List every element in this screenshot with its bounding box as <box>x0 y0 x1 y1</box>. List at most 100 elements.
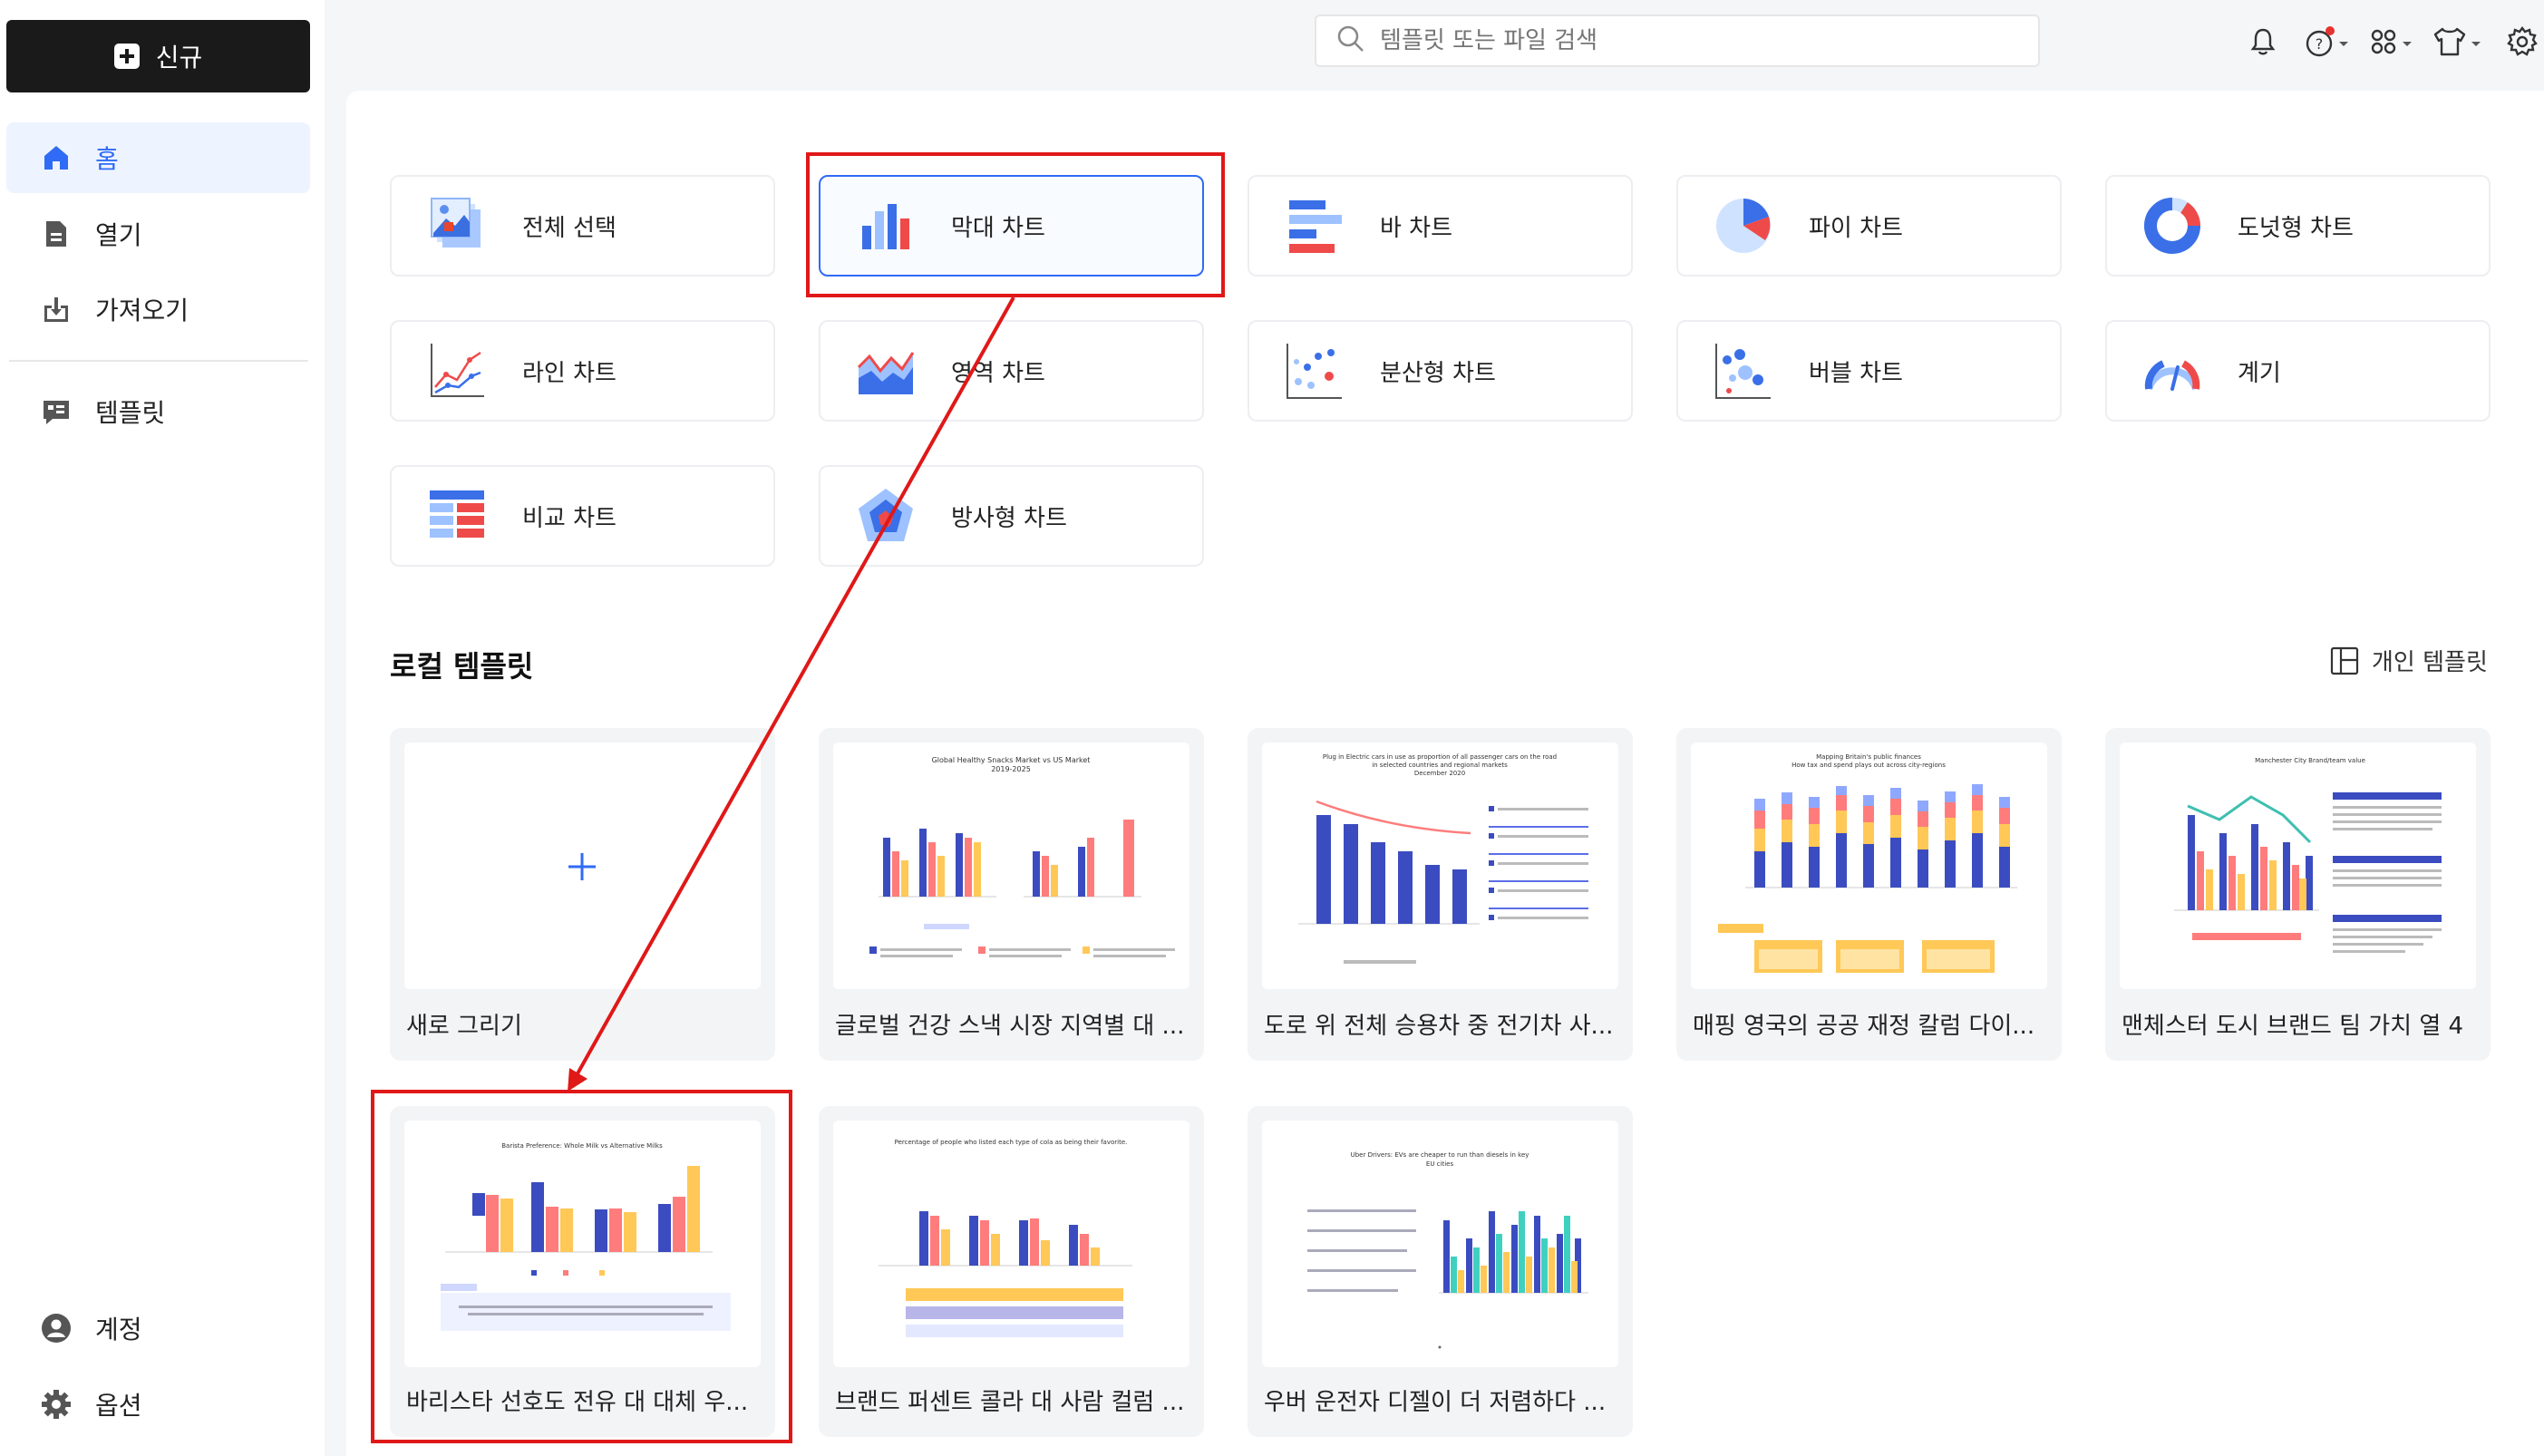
template-card[interactable]: Manchester City Brand/team value 맨체스터 도시… <box>2105 728 2491 1061</box>
column-chart-icon <box>862 204 909 249</box>
svg-text:Manchester City Brand/team val: Manchester City Brand/team value <box>2255 757 2365 764</box>
apps-icon[interactable] <box>2368 24 2419 60</box>
svg-text:Mapping Britain's public finan: Mapping Britain's public finances <box>1816 753 1921 761</box>
bubble-chart-icon <box>1715 344 1771 399</box>
template-thumbnail: Uber Drivers: EVs are cheaper to run tha… <box>1262 1121 1618 1367</box>
sidebar-item-label: 옵션 <box>95 1391 142 1421</box>
new-drawing-label: 새로 그리기 <box>406 1013 522 1040</box>
template-thumbnail: Plug in Electric cars in use as proporti… <box>1262 743 1618 989</box>
chart-type-label: 라인 차트 <box>522 359 617 387</box>
chart-type-donut[interactable]: 도넛형 차트 <box>2105 175 2491 277</box>
search-bar[interactable] <box>1315 15 2040 67</box>
chart-type-label: 버블 차트 <box>1809 359 1903 387</box>
local-templates-title: 로컬 템플릿 <box>390 649 534 684</box>
personal-templates-label: 개인 템플릿 <box>2372 649 2488 676</box>
bell-icon[interactable] <box>2245 24 2281 60</box>
chart-type-area[interactable]: 영역 차트 <box>819 320 1204 422</box>
new-drawing-thumb <box>404 743 761 989</box>
chart-type-label: 분산형 차트 <box>1380 359 1496 387</box>
sidebar-item-import[interactable]: 가져오기 <box>6 274 310 345</box>
svg-text:How tax and spend plays out ac: How tax and spend plays out across city-… <box>1791 762 1946 769</box>
comparison-chart-icon <box>430 490 484 538</box>
chart-type-label: 막대 차트 <box>951 214 1045 242</box>
plus-icon <box>568 853 596 880</box>
account-icon <box>41 1313 72 1344</box>
chart-type-label: 바 차트 <box>1380 214 1453 242</box>
chart-type-label: 도넛형 차트 <box>2238 214 2354 242</box>
sidebar-item-account[interactable]: 계정 <box>6 1293 310 1364</box>
sidebar-item-label: 계정 <box>95 1315 142 1344</box>
chart-type-pie[interactable]: 파이 차트 <box>1676 175 2062 277</box>
shirt-icon[interactable] <box>2432 24 2486 60</box>
template-label: 글로벌 건강 스낵 시장 지역별 대 ... <box>835 1013 1185 1040</box>
radar-chart-icon <box>859 489 913 541</box>
svg-text:Uber Drivers: EVs are cheaper: Uber Drivers: EVs are cheaper to run tha… <box>1351 1151 1529 1159</box>
template-icon <box>41 396 72 427</box>
sidebar-item-templates[interactable]: 템플릿 <box>6 376 310 447</box>
svg-text:Percentage of people who liste: Percentage of people who listed each typ… <box>895 1139 1128 1146</box>
area-chart-icon <box>857 352 915 394</box>
layout-icon <box>2330 646 2359 675</box>
svg-text:EU cities: EU cities <box>1426 1160 1454 1168</box>
template-thumbnail: Barista Preference: Whole Milk vs Altern… <box>404 1121 761 1367</box>
template-thumbnail: Manchester City Brand/team value <box>2120 743 2476 989</box>
chart-type-scatter[interactable]: 분산형 차트 <box>1248 320 1633 422</box>
select-all-icon <box>431 198 481 248</box>
chart-type-radar[interactable]: 방사형 차트 <box>819 465 1204 567</box>
help-icon[interactable]: ? <box>2303 24 2354 60</box>
chart-type-label: 파이 차트 <box>1809 214 1903 242</box>
settings-icon[interactable] <box>2504 24 2540 60</box>
template-card[interactable]: Mapping Britain's public finances How ta… <box>1676 728 2062 1061</box>
sidebar-item-open[interactable]: 열기 <box>6 199 310 269</box>
template-label: 매핑 영국의 공공 재정 칼럼 다이... <box>1693 1013 2035 1040</box>
template-card[interactable]: Plug in Electric cars in use as proporti… <box>1248 728 1633 1061</box>
template-label: 우버 운전자 디젤이 더 저렴하다 ... <box>1264 1389 1607 1416</box>
template-card[interactable]: Barista Preference: Whole Milk vs Altern… <box>390 1106 775 1437</box>
chart-type-bubble[interactable]: 버블 차트 <box>1676 320 2062 422</box>
chart-type-gauge[interactable]: 계기 <box>2105 320 2491 422</box>
chart-type-select-all[interactable]: 전체 선택 <box>390 175 775 277</box>
personal-templates-button[interactable]: 개인 템플릿 <box>2330 644 2488 677</box>
chart-type-label: 전체 선택 <box>522 214 617 242</box>
template-thumbnail: Global Healthy Snacks Market vs US Marke… <box>833 743 1189 989</box>
new-button[interactable]: 신규 <box>6 20 310 92</box>
search-icon <box>1336 24 1365 57</box>
sidebar-item-home[interactable]: 홈 <box>6 122 310 193</box>
search-input[interactable] <box>1380 27 1996 54</box>
plus-icon <box>113 44 140 69</box>
chart-type-label: 영역 차트 <box>951 359 1045 387</box>
svg-text:December 2020: December 2020 <box>1414 770 1465 777</box>
template-label: 도로 위 전체 승용차 중 전기차 사... <box>1264 1013 1614 1040</box>
sidebar-item-label: 홈 <box>95 144 119 174</box>
chart-type-bar[interactable]: 바 차트 <box>1248 175 1633 277</box>
template-label: 브랜드 퍼센트 콜라 대 사람 컬럼 ... <box>835 1389 1185 1416</box>
template-label: 맨체스터 도시 브랜드 팀 가치 열 4 <box>2122 1013 2464 1040</box>
home-icon <box>41 142 72 173</box>
sidebar-item-label: 템플릿 <box>95 398 166 428</box>
svg-text:Barista Preference: Whole Milk: Barista Preference: Whole Milk vs Altern… <box>501 1142 663 1150</box>
chart-type-comparison[interactable]: 비교 차트 <box>390 465 775 567</box>
sidebar: 신규 홈 열기 가져오기 템플릿 계정 옵션 <box>0 0 325 1456</box>
svg-text:in selected countries and regi: in selected countries and regional marke… <box>1372 762 1508 769</box>
template-card[interactable]: Global Healthy Snacks Market vs US Marke… <box>819 728 1204 1061</box>
chart-type-label: 방사형 차트 <box>951 504 1067 532</box>
chart-type-line[interactable]: 라인 차트 <box>390 320 775 422</box>
sidebar-item-options[interactable]: 옵션 <box>6 1369 310 1440</box>
donut-chart-icon <box>2144 198 2200 254</box>
chart-type-label: 비교 차트 <box>522 504 617 532</box>
template-thumbnail: Mapping Britain's public finances How ta… <box>1691 743 2047 989</box>
template-label: 바리스타 선호도 전유 대 대체 우... <box>406 1389 749 1416</box>
chart-type-column[interactable]: 막대 차트 <box>819 175 1204 277</box>
sidebar-item-label: 열기 <box>95 220 142 250</box>
template-thumbnail: Percentage of people who listed each typ… <box>833 1121 1189 1367</box>
svg-text:2019-2025: 2019-2025 <box>991 765 1031 773</box>
template-card[interactable]: Percentage of people who listed each typ… <box>819 1106 1204 1437</box>
svg-text:Plug in Electric cars in use a: Plug in Electric cars in use as proporti… <box>1323 753 1557 761</box>
pie-chart-icon <box>1716 199 1771 253</box>
new-drawing-card[interactable]: 새로 그리기 <box>390 728 775 1061</box>
template-card[interactable]: Uber Drivers: EVs are cheaper to run tha… <box>1248 1106 1633 1437</box>
document-icon <box>41 218 72 249</box>
sidebar-divider <box>9 360 308 362</box>
line-chart-icon <box>431 344 484 397</box>
gauge-icon <box>2144 360 2200 391</box>
